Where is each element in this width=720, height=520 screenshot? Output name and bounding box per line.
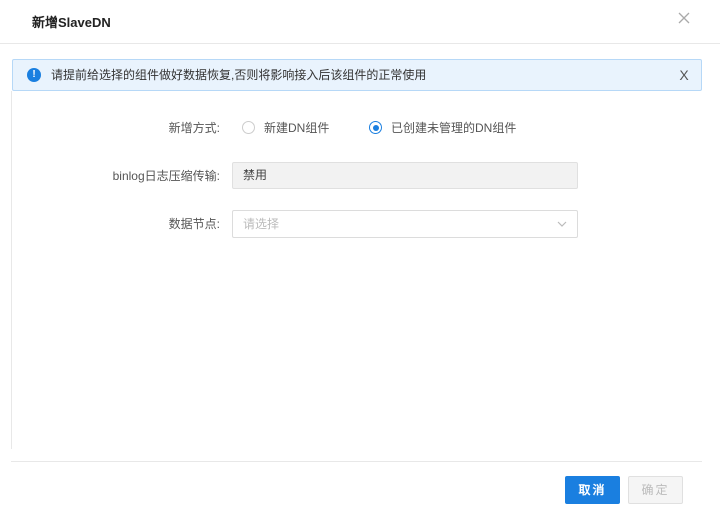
data-node-label: 数据节点:: [168, 217, 220, 231]
body-divider: [11, 91, 12, 449]
select-placeholder: 请选择: [243, 217, 280, 231]
confirm-button: 确定: [628, 476, 683, 504]
radio-dot-selected: [369, 121, 382, 134]
radio-label: 新建DN组件: [264, 121, 330, 135]
binlog-compression-field: 禁用: [232, 162, 578, 189]
add-slave-dn-dialog: 新增SlaveDN ! 请提前给选择的组件做好数据恢复,否则将影响接入后该组件的…: [0, 0, 720, 520]
add-mode-label: 新增方式:: [168, 121, 220, 135]
info-icon: !: [27, 68, 41, 82]
alert-close-button[interactable]: X: [676, 66, 692, 84]
radio-dot: [242, 121, 255, 134]
footer-divider: [11, 461, 702, 462]
radio-new-dn[interactable]: 新建DN组件: [242, 120, 352, 136]
alert-message: 请提前给选择的组件做好数据恢复,否则将影响接入后该组件的正常使用: [51, 68, 427, 82]
data-node-select[interactable]: 请选择: [232, 210, 578, 238]
binlog-compression-label: binlog日志压缩传输:: [112, 169, 220, 183]
dialog-header: 新增SlaveDN: [0, 0, 720, 44]
warning-alert: ! 请提前给选择的组件做好数据恢复,否则将影响接入后该组件的正常使用 X: [12, 59, 702, 91]
radio-existing-dn[interactable]: 已创建未管理的DN组件: [369, 120, 539, 136]
chevron-down-icon: [557, 221, 567, 227]
close-icon[interactable]: [674, 8, 694, 28]
dialog-title: 新增SlaveDN: [32, 15, 111, 30]
cancel-button[interactable]: 取消: [565, 476, 620, 504]
radio-label: 已创建未管理的DN组件: [391, 121, 517, 135]
